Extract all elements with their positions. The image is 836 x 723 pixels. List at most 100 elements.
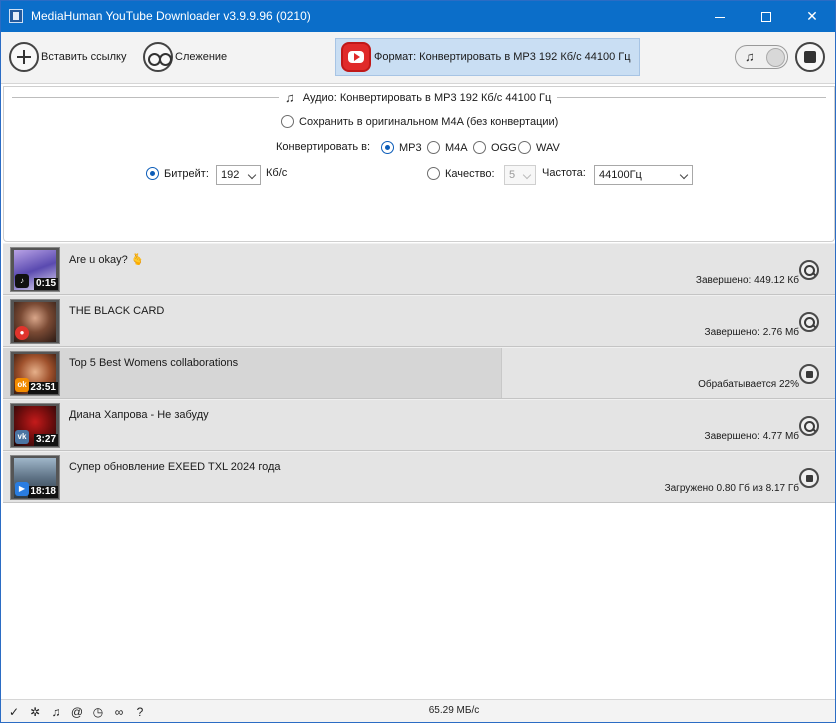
download-speed: 65.29 МБ/с: [428, 705, 480, 716]
quality-value: 5: [509, 169, 516, 181]
binoculars-icon: [143, 42, 173, 72]
maximize-button[interactable]: [743, 1, 789, 32]
app-window: MediaHuman YouTube Downloader v3.9.9.96 …: [0, 0, 836, 723]
stop-all-button[interactable]: [795, 42, 825, 72]
bitrate-select[interactable]: 192: [216, 165, 261, 185]
bitrate-option[interactable]: Битрейт:: [146, 167, 209, 180]
paste-link-label: Вставить ссылку: [41, 51, 127, 63]
play-icon: ▶: [15, 482, 29, 496]
chevron-down-icon: [679, 170, 689, 180]
live-badge-icon: ●: [15, 326, 29, 340]
audio-mode-toggle[interactable]: ♫: [735, 45, 788, 69]
search-icon[interactable]: [799, 260, 819, 280]
item-status: Обрабатывается 22%: [698, 379, 799, 390]
window-title: MediaHuman YouTube Downloader v3.9.9.96 …: [31, 9, 311, 23]
format-ogg-option[interactable]: OGG: [473, 141, 517, 154]
format-ogg-radio[interactable]: [473, 141, 486, 154]
close-button[interactable]: ✕: [789, 1, 835, 32]
format-wav-option[interactable]: WAV: [518, 141, 560, 154]
item-title: Are u okay? 🫰: [69, 254, 145, 266]
quality-option[interactable]: Качество:: [427, 167, 495, 180]
format-button[interactable]: Формат: Конвертировать в MP3 192 Кб/с 44…: [335, 38, 640, 76]
chevron-down-icon: [522, 170, 532, 180]
search-icon[interactable]: [799, 416, 819, 436]
progress-fill: [3, 348, 503, 398]
stop-icon[interactable]: [799, 364, 819, 384]
bitrate-unit: Кб/с: [266, 167, 287, 179]
download-item[interactable]: 3:27 vk Диана Хапрова - Не забуду Заверш…: [3, 399, 835, 451]
title-bar: MediaHuman YouTube Downloader v3.9.9.96 …: [1, 1, 835, 32]
item-title: Top 5 Best Womens collaborations: [69, 357, 239, 369]
video-thumbnail: 0:15 ♪: [10, 247, 60, 292]
video-thumbnail: 23:51 ok: [10, 351, 60, 396]
download-item[interactable]: ● THE BLACK CARD Завершено: 2.76 Мб: [3, 295, 835, 347]
format-m4a-option[interactable]: M4A: [427, 141, 468, 154]
format-m4a-radio[interactable]: [427, 141, 440, 154]
minimize-button[interactable]: [697, 1, 743, 32]
format-mp3-label: MP3: [399, 141, 422, 154]
item-status: Завершено: 4.77 Мб: [704, 431, 799, 442]
format-label: Формат: Конвертировать в MP3 192 Кб/с 44…: [374, 51, 631, 63]
chevron-down-icon: [247, 170, 257, 180]
app-icon: [9, 9, 23, 23]
minimize-icon: [715, 16, 725, 18]
toggle-knob: [766, 48, 785, 67]
duration-label: 0:15: [33, 278, 58, 290]
audio-group-title: ♫ Аудио: Конвертировать в MP3 192 Кб/с 4…: [279, 90, 558, 105]
item-status: Завершено: 449.12 Кб: [695, 275, 799, 286]
duration-label: 3:27: [33, 434, 58, 446]
duration-label: 18:18: [28, 486, 58, 498]
music-note-icon: ♫: [745, 49, 755, 64]
search-icon[interactable]: [799, 312, 819, 332]
video-thumbnail: 18:18 ▶: [10, 455, 60, 500]
video-thumbnail: 3:27 vk: [10, 403, 60, 448]
tracking-label: Слежение: [175, 51, 228, 63]
odnoklassniki-icon: ok: [15, 378, 29, 392]
stop-icon[interactable]: [799, 468, 819, 488]
status-bar: ✓ ✲ ♫ @ ◷ ∞ ? 65.29 МБ/с: [1, 699, 835, 722]
download-list: 0:15 ♪ Are u okay? 🫰 Завершено: 449.12 К…: [3, 243, 835, 503]
keep-original-label: Сохранить в оригинальном M4A (без конвер…: [299, 115, 559, 128]
frequency-select[interactable]: 44100Гц: [594, 165, 693, 185]
keep-original-option[interactable]: Сохранить в оригинальном M4A (без конвер…: [281, 115, 558, 128]
toolbar: Вставить ссылку Слежение Формат: Конверт…: [1, 32, 835, 84]
download-item[interactable]: 18:18 ▶ Супер обновление EXEED TXL 2024 …: [3, 451, 835, 503]
convert-to-label: Конвертировать в:: [276, 141, 371, 153]
vk-icon: vk: [15, 430, 29, 444]
frequency-value: 44100Гц: [599, 169, 642, 181]
item-status: Завершено: 2.76 Мб: [704, 327, 799, 338]
plus-icon: [9, 42, 39, 72]
frequency-label-wrap: Частота:: [542, 167, 586, 179]
download-item[interactable]: 23:51 ok Top 5 Best Womens collaboration…: [3, 347, 835, 399]
quality-select[interactable]: 5: [504, 165, 536, 185]
format-wav-label: WAV: [536, 141, 560, 154]
format-ogg-label: OGG: [491, 141, 517, 154]
format-wav-radio[interactable]: [518, 141, 531, 154]
bitrate-radio[interactable]: [146, 167, 159, 180]
quality-label: Качество:: [445, 167, 495, 180]
paste-link-button[interactable]: Вставить ссылку: [9, 41, 126, 73]
keep-original-radio[interactable]: [281, 115, 294, 128]
bitrate-value: 192: [221, 169, 240, 181]
item-title: Диана Хапрова - Не забуду: [69, 409, 209, 421]
item-title: Супер обновление EXEED TXL 2024 года: [69, 461, 281, 473]
video-thumbnail: ●: [10, 299, 60, 344]
download-item[interactable]: 0:15 ♪ Are u okay? 🫰 Завершено: 449.12 К…: [3, 243, 835, 295]
item-title: THE BLACK CARD: [69, 305, 165, 317]
format-mp3-radio[interactable]: [381, 141, 394, 154]
format-mp3-option[interactable]: MP3: [381, 141, 422, 154]
music-icon: ♫: [285, 90, 295, 105]
frequency-label: Частота:: [542, 167, 586, 179]
tiktok-icon: ♪: [15, 274, 29, 288]
bitrate-unit-label: Кб/с: [266, 167, 288, 179]
bitrate-label: Битрейт:: [164, 167, 209, 180]
convert-to-row: Конвертировать в:: [276, 141, 370, 153]
item-status: Загружено 0.80 Гб из 8.17 Гб: [664, 483, 799, 494]
duration-label: 23:51: [28, 382, 58, 394]
quality-radio[interactable]: [427, 167, 440, 180]
audio-settings-panel: ♫ Аудио: Конвертировать в MP3 192 Кб/с 4…: [3, 86, 835, 242]
audio-group-label: Аудио: Конвертировать в MP3 192 Кб/с 441…: [302, 91, 552, 104]
tracking-button[interactable]: Слежение: [143, 41, 227, 73]
format-m4a-label: M4A: [445, 141, 468, 154]
youtube-icon: [341, 42, 371, 72]
